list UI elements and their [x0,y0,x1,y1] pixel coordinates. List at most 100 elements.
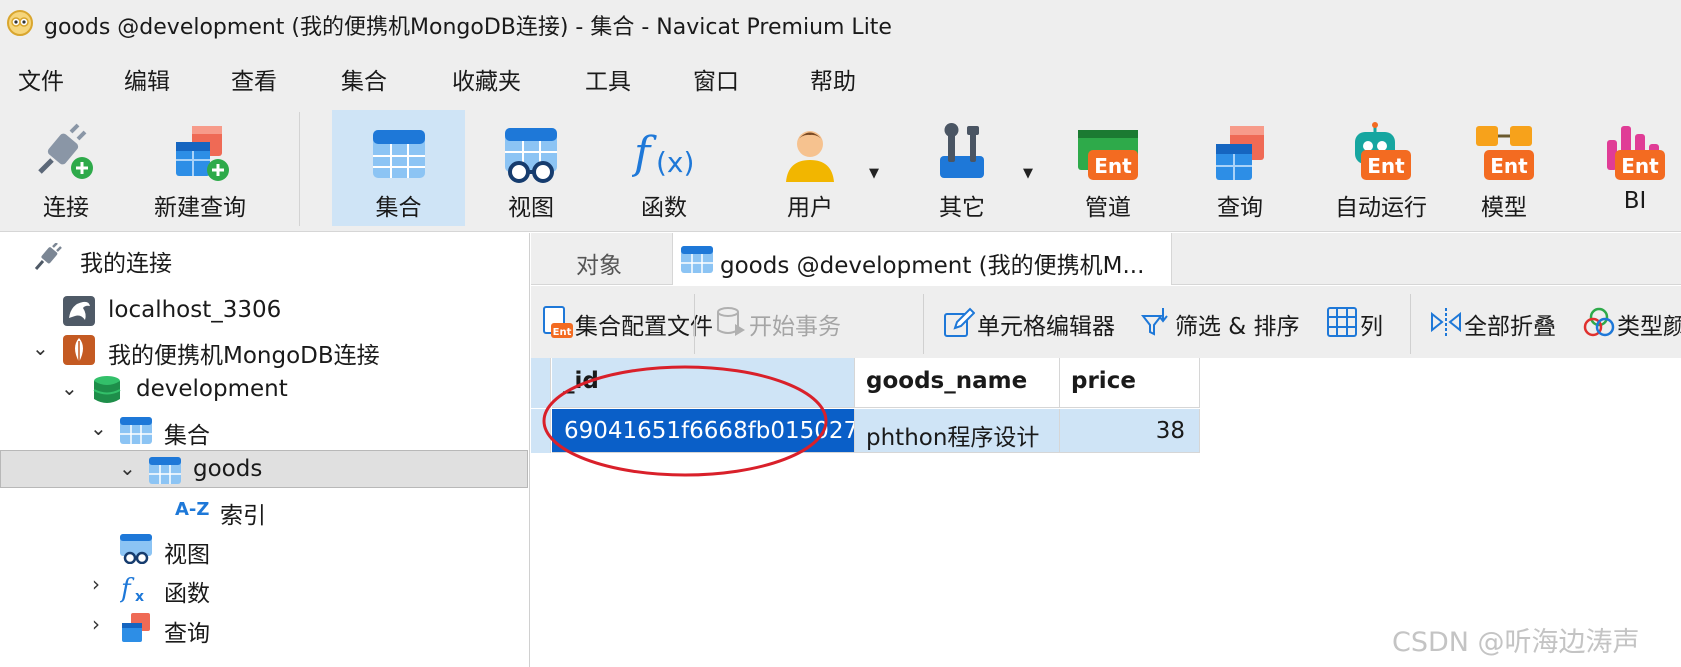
function-button[interactable]: f (x) 函数 [614,110,714,226]
tab-goods-collection[interactable]: goods @development (我的便携机M... [672,233,1172,285]
view-button[interactable]: 视图 [478,110,584,226]
nav-item-collections-folder[interactable]: ⌄ 集合 [0,411,528,449]
toolbar-label: 类型颜 [1617,314,1681,340]
toolbar-label: 新建查询 [154,195,246,221]
nav-label: 索引 [220,503,266,529]
collection-toolbar: Ent 集合配置文件 开始事务 单元格编辑器 筛选 & 排序 列 全部折叠 类型… [531,286,1681,358]
pipeline-ent-icon: Ent [1078,130,1138,180]
connection-navigator: 我的连接 localhost_3306 ⌄ 我的便携机MongoDB连接 ⌄ d… [0,233,530,667]
database-icon [93,376,121,403]
model-button[interactable]: Ent 模型 [1456,110,1552,226]
main-toolbar: 连接 新建查询 集合 视图 f (x) 函数 用户 ▼ 其它 ▼ Ent 管道 … [0,110,1681,232]
svg-text:Ent: Ent [1367,154,1405,178]
nav-label: 我的连接 [80,251,172,277]
chevron-right-icon[interactable]: › [92,572,100,596]
nav-item-localhost[interactable]: localhost_3306 [0,292,528,330]
nav-item-views[interactable]: 视图 [0,530,528,568]
navicat-logo-icon [7,10,33,36]
other-button[interactable]: 其它 [912,110,1012,226]
query-button[interactable]: 查询 [1192,110,1288,226]
model-ent-icon: Ent [1476,126,1534,180]
cell-value: phthon程序设计 [866,425,1040,451]
plug-add-icon [38,123,93,179]
columns-grid-icon [1327,307,1357,337]
function-icon: f (x) [632,128,694,179]
profile-ent-icon: Ent [543,306,573,338]
nav-item-functions[interactable]: › f x 函数 [0,569,528,607]
transaction-icon [717,307,745,336]
menu-collection[interactable]: 集合 [341,62,387,96]
tab-label: 对象 [576,253,622,279]
svg-text:Ent: Ent [1094,154,1132,178]
function-icon: f x [120,574,144,603]
nav-label: 查询 [164,621,210,647]
automation-button[interactable]: Ent 自动运行 [1322,110,1440,226]
svg-text:x: x [135,589,144,603]
plug-icon [34,243,62,270]
collapse-icon [1431,308,1461,336]
tab-bar: 对象 goods @development (我的便携机M... [531,233,1681,285]
collection-table-icon [681,246,713,273]
window-title: goods @development (我的便携机MongoDB连接) - 集合… [44,15,892,40]
connect-button[interactable]: 连接 [10,110,122,226]
nav-label: 我的便携机MongoDB连接 [108,343,380,369]
pencil-edit-icon [944,307,975,337]
tab-objects[interactable]: 对象 [531,233,671,285]
svg-text:f: f [120,574,135,603]
user-icon [786,131,834,182]
pipeline-button[interactable]: Ent 管道 [1060,110,1156,226]
chevron-right-icon[interactable]: › [92,612,100,636]
toolbar-label: 其它 [939,195,985,221]
user-button[interactable]: 用户 [760,110,860,226]
other-dropdown-arrow-icon[interactable]: ▼ [1023,166,1033,181]
svg-text:Ent: Ent [1621,154,1659,178]
menu-help[interactable]: 帮助 [810,62,856,96]
chevron-down-icon[interactable]: ⌄ [119,456,136,480]
toolbar-label: 连接 [43,195,89,221]
view-icon [505,128,557,183]
bi-button[interactable]: Ent BI [1590,110,1680,226]
chevron-down-icon[interactable]: ⌄ [61,376,78,400]
query-icon [122,613,150,642]
column-header-goods-name[interactable]: goods_name [855,358,1060,408]
annotation-ellipse [542,365,828,477]
color-circles-icon [1583,307,1615,337]
nav-item-mongodb-connection[interactable]: ⌄ 我的便携机MongoDB连接 [0,331,528,369]
collection-button[interactable]: 集合 [332,110,465,226]
toolbar-label: 单元格编辑器 [977,314,1115,340]
nav-label: 集合 [164,423,210,449]
chevron-down-icon[interactable]: ⌄ [90,416,107,440]
menu-window[interactable]: 窗口 [693,62,739,96]
bi-ent-icon: Ent [1607,126,1665,180]
nav-label: 视图 [164,542,210,568]
column-header-price[interactable]: price [1060,358,1200,408]
toolbar-label: 管道 [1085,195,1131,221]
chevron-down-icon[interactable]: ⌄ [32,336,49,360]
nav-label: goods [193,456,263,482]
table-cell-goods-name[interactable]: phthon程序设计 [855,409,1060,453]
menu-favorites[interactable]: 收藏夹 [452,62,521,96]
nav-item-indexes[interactable]: A-Z 索引 [0,491,528,529]
mongodb-leaf-icon [63,335,95,365]
nav-root-my-connections[interactable]: 我的连接 [0,239,528,277]
toolbar-label: 自动运行 [1335,195,1427,221]
nav-item-database[interactable]: ⌄ development [0,371,528,409]
user-dropdown-arrow-icon[interactable]: ▼ [869,166,879,181]
nav-item-goods-collection[interactable]: ⌄ goods [0,450,528,488]
menu-bar: 文件 编辑 查看 集合 收藏夹 工具 窗口 帮助 [0,46,1681,110]
toolbar-divider [1410,294,1411,354]
index-az-icon: A-Z [175,499,210,520]
menu-tools[interactable]: 工具 [585,62,631,96]
table-cell-price[interactable]: 38 [1060,409,1200,453]
new-query-button[interactable]: 新建查询 [142,110,258,226]
new-query-icon [176,126,229,181]
menu-view[interactable]: 查看 [231,62,277,96]
menu-edit[interactable]: 编辑 [124,62,170,96]
nav-item-queries[interactable]: › 查询 [0,609,528,647]
toolbar-divider [923,294,924,354]
svg-text:(x): (x) [656,146,694,179]
toolbar-label: 查询 [1217,195,1263,221]
menu-file[interactable]: 文件 [18,62,64,96]
collection-icon [372,130,425,178]
mysql-dolphin-icon [63,296,95,326]
